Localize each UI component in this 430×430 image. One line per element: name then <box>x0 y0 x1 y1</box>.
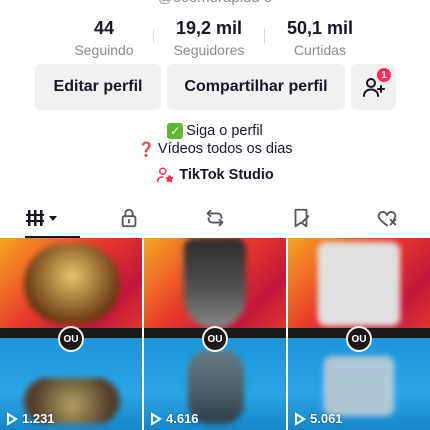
check-mark-icon: ✓ <box>167 123 184 139</box>
channel-logo <box>346 326 372 352</box>
likes-label: Curtidas <box>293 42 347 58</box>
bio-line-follow: ✓ Siga o perfil <box>0 122 430 140</box>
bio-line-videos: ❓ Vídeos todos os dias <box>0 140 430 158</box>
stat-divider <box>153 29 154 43</box>
liked-heart-icon <box>377 211 397 227</box>
grid-icon <box>26 210 57 226</box>
tiktok-studio-link[interactable]: TikTok Studio <box>0 166 430 184</box>
stat-divider <box>264 29 265 43</box>
following-count: 44 <box>93 18 115 38</box>
lock-icon <box>121 208 137 228</box>
view-count-text: 4.616 <box>166 411 199 426</box>
notification-badge: 1 <box>377 68 391 82</box>
following-label: Seguindo <box>74 42 134 58</box>
view-count: 5.061 <box>294 411 343 426</box>
video-thumbnail[interactable]: 4.616 <box>144 238 286 430</box>
play-outline-icon <box>295 411 306 426</box>
tab-private[interactable] <box>86 198 172 238</box>
view-count-text: 5.061 <box>310 411 343 426</box>
tab-reposts[interactable] <box>172 198 258 238</box>
username-handle: @ocomerapidu o <box>0 0 430 9</box>
device-blur <box>318 242 400 326</box>
video-thumbnail[interactable]: 1.231 <box>0 238 142 430</box>
device-reflection <box>324 356 394 416</box>
repost-icon <box>206 209 224 227</box>
profile-stats: 44 Seguindo 19,2 mil Seguidores 50,1 mil… <box>0 17 430 61</box>
video-thumbnail[interactable]: 5.061 <box>288 238 430 430</box>
followers-count: 19,2 mil <box>175 18 243 38</box>
video-grid: 1.231 4.616 5.061 <box>0 238 430 430</box>
studio-person-icon <box>156 167 174 183</box>
likes-stat[interactable]: 50,1 mil Curtidas <box>279 17 361 59</box>
followers-stat[interactable]: 19,2 mil Seguidores <box>168 17 250 59</box>
profile-bio: ✓ Siga o perfil ❓ Vídeos todos os dias <box>0 122 430 158</box>
following-stat[interactable]: 44 Seguindo <box>69 17 139 59</box>
play-outline-icon <box>7 411 18 426</box>
channel-logo <box>202 326 228 352</box>
profile-actions: Editar perfil Compartilhar perfil 1 <box>35 64 396 110</box>
followers-label: Seguidores <box>173 42 245 58</box>
bio-text-follow: Siga o perfil <box>186 123 263 139</box>
figure-blur <box>184 238 246 328</box>
channel-logo <box>58 326 84 352</box>
food-blur <box>24 244 120 324</box>
view-count: 4.616 <box>150 411 199 426</box>
bio-text-videos: Vídeos todos os dias <box>157 141 293 157</box>
likes-count: 50,1 mil <box>286 18 354 38</box>
play-outline-icon <box>151 411 162 426</box>
edit-profile-button[interactable]: Editar perfil <box>35 64 161 110</box>
question-mark-icon: ❓ <box>137 141 155 157</box>
share-profile-button[interactable]: Compartilhar perfil <box>167 64 345 110</box>
tab-videos[interactable] <box>0 198 86 238</box>
add-friend-button[interactable]: 1 <box>351 64 396 110</box>
tiktok-studio-label: TikTok Studio <box>179 167 274 183</box>
tab-favorites[interactable] <box>258 198 344 238</box>
bookmark-icon <box>294 208 310 228</box>
view-count-text: 1.231 <box>22 411 55 426</box>
view-count: 1.231 <box>6 411 55 426</box>
profile-tabs <box>0 198 430 238</box>
tab-liked[interactable] <box>344 198 430 238</box>
